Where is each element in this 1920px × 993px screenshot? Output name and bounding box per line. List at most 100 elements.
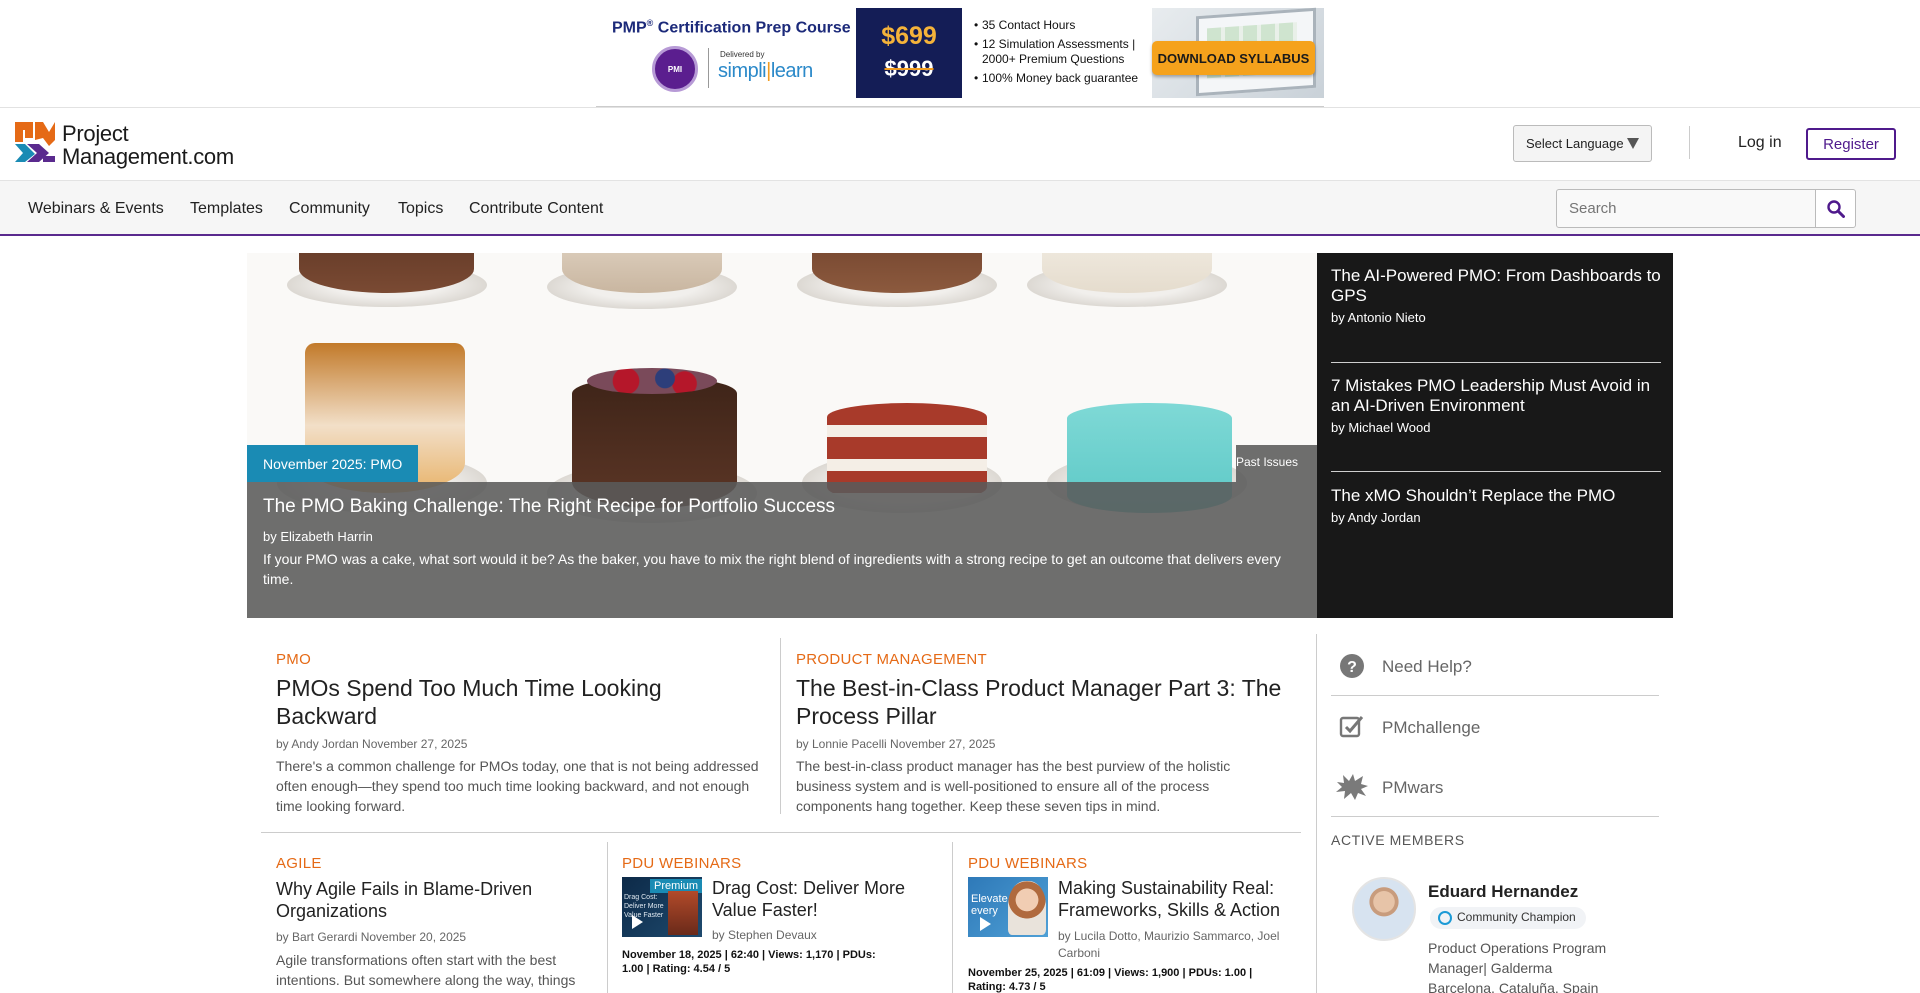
article-category[interactable]: PMO [276, 651, 311, 668]
article-description: Agile transformations often start with t… [276, 952, 576, 988]
featured-author: by Michael Wood [1331, 420, 1431, 435]
article-title[interactable]: Making Sustainability Real: Frameworks, … [1058, 877, 1298, 921]
nav-item-contribute[interactable]: Contribute Content [469, 200, 603, 218]
ad-price-new: $699 [881, 22, 937, 50]
member-location: Barcelona, Cataluña, Spain [1428, 980, 1599, 993]
ad-bullet: 35 Contact Hours [974, 18, 1149, 33]
pmchallenge-link[interactable]: PMchallenge [1382, 718, 1480, 738]
dropdown-arrow-icon [1627, 138, 1639, 149]
play-icon [980, 917, 991, 931]
member-role: Product Operations Program Manager| Gald… [1428, 940, 1607, 976]
article-title[interactable]: Drag Cost: Deliver More Value Faster! [712, 877, 952, 921]
featured-item[interactable]: The xMO Shouldn’t Replace the PMO by And… [1331, 486, 1661, 525]
checkbox-icon [1339, 716, 1364, 738]
pm-logo-icon [15, 122, 55, 162]
need-help-link[interactable]: Need Help? [1382, 657, 1472, 677]
sidebar-divider [1331, 695, 1659, 696]
featured-item[interactable]: The AI-Powered PMO: From Dashboards to G… [1331, 266, 1661, 325]
webinar-thumbnail[interactable]: Elevate every [968, 877, 1048, 937]
article-description: There's a common challenge for PMOs toda… [276, 758, 759, 814]
site-logo[interactable]: Project Management.com [15, 122, 245, 170]
featured-divider [1331, 471, 1661, 472]
article-byline: by Bart Gerardi November 20, 2025 [276, 930, 467, 944]
play-icon [632, 915, 643, 929]
ad-laptop-image: DOWNLOAD SYLLABUS [1152, 7, 1324, 98]
member-avatar[interactable] [1352, 877, 1416, 941]
community-champion-badge: Community Champion [1430, 907, 1586, 929]
thumbnail-text: Elevate every [971, 893, 1008, 917]
article-title[interactable]: Why Agile Fails in Blame-Driven Organiza… [276, 878, 576, 922]
past-issues-link[interactable]: Past Issues [1236, 455, 1298, 469]
article-byline: by Lucila Dotto, Maurizio Sammarco, Joel… [1058, 929, 1280, 960]
presenter-photo [1008, 881, 1046, 935]
download-syllabus-button[interactable]: DOWNLOAD SYLLABUS [1152, 41, 1315, 75]
article-divider [607, 842, 608, 993]
logo-wordmark: Project Management.com [62, 121, 234, 169]
article-divider [780, 638, 781, 814]
search-button[interactable] [1815, 189, 1856, 228]
member-name-link[interactable]: Eduard Hernandez [1428, 882, 1578, 902]
svg-text:?: ? [1347, 659, 1357, 676]
nav-item-community[interactable]: Community [289, 200, 370, 218]
nav-item-templates[interactable]: Templates [190, 200, 263, 218]
ad-delivered-by: Delivered by [720, 50, 765, 59]
ad-title: PMP® Certification Prep Course [612, 18, 851, 37]
article-description: The best-in-class product manager has th… [796, 758, 1231, 814]
search-input[interactable] [1556, 189, 1816, 228]
thumbnail-text: Drag Cost: Deliver More Value Faster [624, 894, 664, 919]
badge-label: Community Champion [1457, 910, 1576, 924]
featured-author: by Andy Jordan [1331, 510, 1421, 525]
row-divider [261, 832, 1301, 833]
hero-caption: The PMO Baking Challenge: The Right Reci… [247, 482, 1317, 618]
ad-banner[interactable]: PMP® Certification Prep Course PMI Deliv… [596, 7, 1324, 98]
hero-issue-tag[interactable]: November 2025: PMO [247, 445, 419, 482]
ad-price-old: $999 [884, 56, 934, 81]
member-details: Product Operations Program Manager| Gald… [1428, 938, 1628, 993]
badge-icon [1438, 911, 1452, 925]
help-icon: ? [1340, 654, 1364, 678]
login-link[interactable]: Log in [1738, 134, 1782, 152]
hero-author: by Elizabeth Harrin [263, 529, 373, 544]
webinar-stats: November 25, 2025 | 61:09 | Views: 1,900… [968, 967, 1253, 993]
sidebar-divider [1331, 816, 1659, 817]
webinar-thumbnail[interactable]: Premium Drag Cost: Deliver More Value Fa… [622, 877, 702, 937]
ad-price-box: $699 $999 [856, 8, 962, 98]
article-byline: by Andy Jordan November 27, 2025 [276, 737, 468, 751]
pmi-badge-icon: PMI [652, 46, 698, 92]
ad-bullet: 100% Money back guarantee [974, 71, 1149, 86]
thumbnail-photo [668, 891, 698, 935]
article-title[interactable]: PMOs Spend Too Much Time Looking Backwar… [276, 674, 746, 730]
hero-title-link[interactable]: The PMO Baking Challenge: The Right Reci… [263, 496, 835, 518]
featured-divider [1331, 362, 1661, 363]
article-category[interactable]: AGILE [276, 855, 322, 872]
nav-item-topics[interactable]: Topics [398, 200, 443, 218]
header-divider [1689, 126, 1690, 159]
pmwars-burst-icon [1336, 774, 1368, 800]
ad-divider [708, 48, 709, 88]
register-button[interactable]: Register [1806, 128, 1896, 160]
article-divider [952, 842, 953, 993]
article-title[interactable]: The Best-in-Class Product Manager Part 3… [796, 674, 1286, 730]
active-members-header: ACTIVE MEMBERS [1331, 832, 1465, 848]
article-category[interactable]: PDU WEBINARS [968, 855, 1087, 872]
article-category[interactable]: PDU WEBINARS [622, 855, 741, 872]
featured-item[interactable]: 7 Mistakes PMO Leadership Must Avoid in … [1331, 376, 1661, 435]
featured-author: by Antonio Nieto [1331, 310, 1426, 325]
article-byline: by Stephen Devaux [712, 928, 817, 942]
content-divider [1316, 634, 1317, 993]
simplilearn-logo: simpli|learn [718, 60, 813, 82]
pmwars-link[interactable]: PMwars [1382, 778, 1443, 798]
webinar-stats: November 18, 2025 | 62:40 | Views: 1,170… [622, 949, 876, 975]
ad-bullets: 35 Contact Hours 12 Simulation Assessmen… [974, 18, 1149, 90]
nav-item-webinars[interactable]: Webinars & Events [28, 200, 164, 218]
featured-list: The AI-Powered PMO: From Dashboards to G… [1317, 253, 1673, 618]
featured-title[interactable]: The xMO Shouldn’t Replace the PMO [1331, 486, 1661, 506]
featured-title[interactable]: The AI-Powered PMO: From Dashboards to G… [1331, 266, 1661, 306]
language-select-label: Select Language [1526, 136, 1624, 151]
ad-bullet: 12 Simulation Assessments | 2000+ Premiu… [974, 37, 1149, 67]
hero-description: If your PMO was a cake, what sort would … [263, 551, 1281, 587]
language-select[interactable]: Select Language [1513, 125, 1652, 162]
article-category[interactable]: PRODUCT MANAGEMENT [796, 651, 987, 668]
article-byline: by Lonnie Pacelli November 27, 2025 [796, 737, 996, 751]
featured-title[interactable]: 7 Mistakes PMO Leadership Must Avoid in … [1331, 376, 1661, 416]
